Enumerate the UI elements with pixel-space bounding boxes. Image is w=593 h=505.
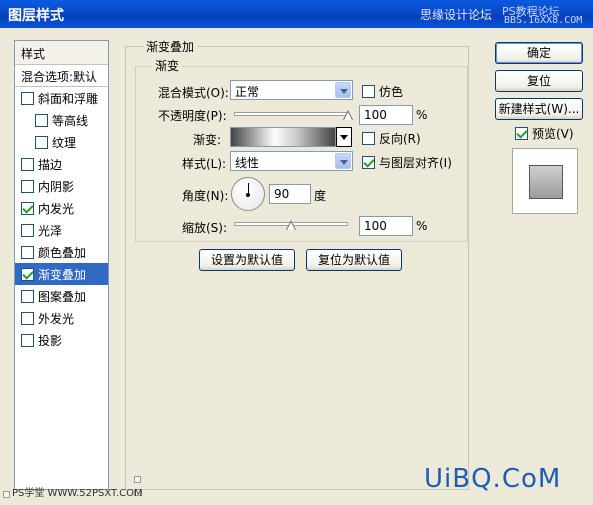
opacity-slider-track[interactable] bbox=[234, 112, 348, 116]
style-checkbox[interactable] bbox=[35, 113, 48, 127]
style-list-item-label: 斜面和浮雕 bbox=[38, 91, 99, 106]
make-default-button[interactable]: 设置为默认值 bbox=[199, 249, 295, 271]
align-with-layer-checkbox[interactable]: 与图层对齐(I) bbox=[362, 154, 452, 171]
style-list-item-label: 内阴影 bbox=[38, 179, 75, 194]
style-list-item[interactable]: 等高线 bbox=[15, 109, 108, 131]
style-checkbox[interactable] bbox=[21, 267, 34, 281]
style-value: 线性 bbox=[235, 156, 260, 170]
style-checkbox[interactable] bbox=[21, 333, 34, 347]
dither-label: 仿色 bbox=[379, 85, 404, 99]
blend-mode-select[interactable]: 正常 bbox=[230, 80, 353, 100]
style-list-item[interactable]: 内阴影 bbox=[15, 175, 108, 197]
opacity-slider-thumb[interactable] bbox=[343, 110, 353, 120]
style-list-item-label: 图案叠加 bbox=[38, 289, 87, 304]
style-list-item[interactable]: 斜面和浮雕 bbox=[15, 87, 108, 109]
style-list: 样式 混合选项:默认 斜面和浮雕等高线纹理描边内阴影内发光光泽颜色叠加渐变叠加图… bbox=[14, 40, 109, 490]
style-checkbox[interactable] bbox=[21, 91, 34, 105]
preview-label: 预览(V) bbox=[532, 127, 574, 141]
angle-dial[interactable] bbox=[231, 177, 265, 211]
dither-checkbox-box[interactable] bbox=[362, 85, 375, 98]
align-label: 与图层对齐(I) bbox=[379, 156, 452, 170]
gradient-group-title: 渐变 bbox=[152, 57, 183, 74]
angle-label: 角度(N): bbox=[182, 189, 229, 203]
angle-input[interactable]: 90 bbox=[269, 184, 311, 204]
preview-checkbox-box[interactable] bbox=[515, 127, 528, 140]
style-list-item[interactable]: 图案叠加 bbox=[15, 285, 108, 307]
style-preview-thumbnail bbox=[512, 148, 578, 214]
reverse-label: 反向(R) bbox=[379, 132, 421, 146]
style-list-item-label: 投影 bbox=[38, 333, 63, 348]
watermark-top: 思缘设计论坛 bbox=[420, 8, 493, 22]
style-list-item[interactable]: 颜色叠加 bbox=[15, 241, 108, 263]
style-list-items: 斜面和浮雕等高线纹理描边内阴影内发光光泽颜色叠加渐变叠加图案叠加外发光投影 bbox=[15, 87, 108, 351]
reverse-checkbox-box[interactable] bbox=[362, 132, 375, 145]
style-list-item-label: 颜色叠加 bbox=[38, 245, 87, 260]
title-bar: 图层样式 思缘设计论坛 PS教程论坛 BBS.16XX8.COM bbox=[0, 0, 593, 28]
style-checkbox[interactable] bbox=[21, 179, 34, 193]
style-checkbox[interactable] bbox=[21, 245, 34, 259]
gradient-swatch[interactable] bbox=[230, 127, 336, 147]
style-checkbox[interactable] bbox=[21, 223, 34, 237]
style-checkbox[interactable] bbox=[21, 201, 34, 215]
reset-button[interactable]: 复位 bbox=[495, 70, 583, 92]
align-checkbox-box[interactable] bbox=[362, 156, 375, 169]
corner-marker-icon bbox=[134, 476, 141, 483]
chevron-down-icon[interactable] bbox=[335, 82, 351, 98]
scale-label: 缩放(S): bbox=[182, 221, 228, 235]
style-list-item-label: 描边 bbox=[38, 157, 63, 172]
opacity-unit: % bbox=[416, 108, 428, 122]
watermark-bottom-right: UiBQ.CoM bbox=[424, 464, 562, 494]
reverse-checkbox[interactable]: 反向(R) bbox=[362, 130, 421, 147]
style-list-item-label: 内发光 bbox=[38, 201, 75, 216]
scale-slider-thumb[interactable] bbox=[286, 220, 296, 230]
dither-checkbox[interactable]: 仿色 bbox=[362, 83, 403, 100]
blend-mode-value: 正常 bbox=[235, 85, 260, 99]
watermark-bottom-left: PS学堂 WWW.52PSXT.COM bbox=[12, 488, 143, 499]
corner-marker-icon bbox=[3, 491, 10, 498]
style-list-item-label: 纹理 bbox=[52, 135, 77, 150]
blending-options-item[interactable]: 混合选项:默认 bbox=[15, 65, 108, 87]
scale-input[interactable]: 100 bbox=[359, 216, 413, 236]
style-list-item[interactable]: 描边 bbox=[15, 153, 108, 175]
style-list-item[interactable]: 光泽 bbox=[15, 219, 108, 241]
gradient-picker-dropdown[interactable] bbox=[336, 127, 352, 147]
style-select[interactable]: 线性 bbox=[230, 151, 353, 171]
gradient-label: 渐变: bbox=[193, 133, 222, 147]
chevron-down-icon[interactable] bbox=[335, 153, 351, 169]
style-checkbox[interactable] bbox=[21, 157, 34, 171]
style-list-item[interactable]: 纹理 bbox=[15, 131, 108, 153]
style-list-item[interactable]: 外发光 bbox=[15, 307, 108, 329]
ok-button[interactable]: 确定 bbox=[495, 42, 583, 64]
new-style-button[interactable]: 新建样式(W)... bbox=[495, 98, 583, 120]
angle-unit: 度 bbox=[314, 189, 327, 203]
reset-default-button[interactable]: 复位为默认值 bbox=[306, 249, 402, 271]
style-label: 样式(L): bbox=[182, 157, 227, 171]
style-list-item-label: 外发光 bbox=[38, 311, 75, 326]
scale-unit: % bbox=[416, 219, 428, 233]
style-list-item[interactable]: 内发光 bbox=[15, 197, 108, 219]
blend-mode-label: 混合模式(O): bbox=[158, 86, 229, 100]
window-title: 图层样式 bbox=[8, 8, 64, 24]
style-checkbox[interactable] bbox=[21, 311, 34, 325]
style-list-item[interactable]: 渐变叠加 bbox=[15, 263, 108, 285]
style-list-item[interactable]: 投影 bbox=[15, 329, 108, 351]
style-checkbox[interactable] bbox=[35, 135, 48, 149]
style-list-item-label: 渐变叠加 bbox=[38, 267, 87, 282]
style-list-item-label: 光泽 bbox=[38, 223, 63, 238]
preview-checkbox[interactable]: 预览(V) bbox=[515, 125, 574, 142]
watermark-top-3: BBS.16XX8.COM bbox=[504, 15, 583, 26]
opacity-label: 不透明度(P): bbox=[158, 109, 227, 123]
opacity-input[interactable]: 100 bbox=[359, 105, 413, 125]
style-list-item-label: 等高线 bbox=[52, 113, 89, 128]
style-list-header[interactable]: 样式 bbox=[15, 41, 108, 65]
section-title: 渐变叠加 bbox=[143, 38, 198, 55]
style-checkbox[interactable] bbox=[21, 289, 34, 303]
